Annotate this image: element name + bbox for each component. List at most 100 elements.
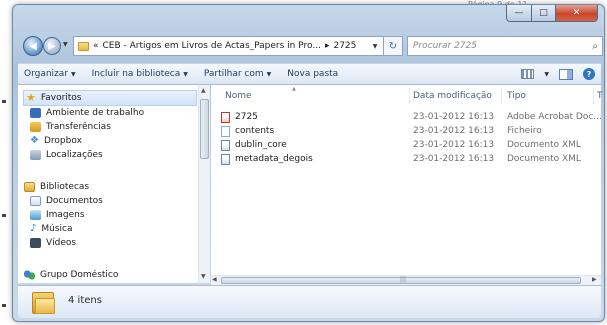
videos-icon (30, 238, 41, 248)
downloads-icon (30, 122, 41, 132)
recent-pages-dropdown[interactable]: ▼ (63, 41, 68, 48)
documents-icon (30, 196, 41, 206)
item-count: 4 itens (68, 295, 102, 306)
column-divider[interactable] (501, 88, 502, 104)
nav-favorites[interactable]: ★ Favoritos (23, 90, 197, 106)
nav-videos[interactable]: Vídeos (30, 238, 76, 248)
nav-libraries[interactable]: Bibliotecas (24, 182, 89, 192)
help-icon[interactable]: ? (583, 68, 595, 80)
file-name: metadata_degois (235, 154, 313, 164)
search-icon[interactable]: ⌕ (592, 41, 598, 52)
file-date: 23-01-2012 16:13 (413, 112, 495, 122)
background-document-edge (0, 14, 12, 325)
file-date: 23-01-2012 16:13 (413, 126, 495, 136)
column-header-type[interactable]: Tipo (507, 91, 526, 101)
command-bar-right: ▼ ? (521, 68, 601, 80)
window-controls: — □ ✕ (506, 5, 598, 23)
nav-item-label: Localizações (46, 150, 103, 160)
breadcrumb-overflow[interactable]: « (93, 41, 99, 51)
scroll-up-icon[interactable]: ▲ (201, 87, 206, 94)
chevron-down-icon: ▼ (71, 71, 76, 78)
forward-button[interactable]: ▶ (43, 37, 61, 55)
folder-front-shape (35, 298, 55, 314)
include-library-label: Incluir na biblioteca (91, 69, 181, 79)
chevron-down-icon: ▼ (266, 71, 272, 78)
search-input[interactable]: Procurar 2725 ⌕ (407, 36, 603, 56)
grip-icon: ||| (400, 276, 407, 283)
scroll-left-icon[interactable]: ◀ (212, 276, 217, 283)
new-folder-button[interactable]: Nova pasta (287, 69, 338, 79)
homegroup-icon (24, 270, 35, 280)
file-row[interactable]: 2725 23-01-2012 16:13 Adobe Acrobat Doc.… (215, 112, 602, 125)
breadcrumb-current[interactable]: 2725 (333, 41, 356, 51)
views-icon[interactable] (521, 69, 535, 79)
column-divider[interactable] (593, 88, 594, 104)
column-header-date[interactable]: Data modificação (413, 91, 492, 101)
nav-desktop[interactable]: Ambiente de trabalho (30, 108, 144, 118)
share-label: Partilhar com (203, 69, 264, 79)
xml-file-icon (221, 140, 230, 151)
explorer-window: — □ ✕ ◀ ▶ ▼ « CEB - Artigos em Livros de… (12, 4, 605, 322)
scrollbar-thumb[interactable]: ||| (221, 276, 581, 284)
address-dropdown-icon[interactable]: ▼ (367, 43, 383, 50)
nav-downloads[interactable]: Transferências (30, 122, 111, 132)
scroll-down-icon[interactable]: ▼ (201, 273, 206, 280)
refresh-button[interactable]: ↻ (384, 36, 403, 56)
column-divider[interactable] (409, 88, 410, 104)
nav-item-label: Transferências (46, 122, 111, 132)
pdf-file-icon (221, 112, 230, 123)
nav-item-label: Dropbox (43, 136, 82, 146)
folder-icon (78, 41, 89, 51)
preview-pane-icon[interactable] (559, 68, 573, 80)
file-date: 23-01-2012 16:13 (413, 140, 495, 150)
dropbox-icon: ❖ (30, 135, 39, 146)
folder-icon (32, 290, 56, 316)
navigation-scrollbar[interactable]: ▲ ▼ (198, 85, 210, 283)
command-bar: Organizar ▼ Incluir na biblioteca ▼ Partil… (18, 63, 601, 85)
include-library-menu[interactable]: Incluir na biblioteca ▼ (92, 69, 188, 79)
edge-mark (2, 100, 6, 103)
file-row[interactable]: metadata_degois 23-01-2012 16:13 Documen… (215, 154, 599, 167)
nav-item-label: Documentos (46, 196, 103, 206)
views-dropdown-icon[interactable]: ▼ (544, 71, 549, 78)
breadcrumb-parent[interactable]: CEB - Artigos em Livros de Actas_Papers … (103, 41, 321, 51)
address-bar[interactable]: « CEB - Artigos em Livros de Actas_Paper… (73, 36, 384, 56)
nav-music[interactable]: ♪ Música (30, 224, 73, 235)
breadcrumb-separator[interactable]: ▸ (325, 41, 330, 51)
minimize-button[interactable]: — (506, 5, 532, 22)
nav-images[interactable]: Imagens (30, 210, 85, 220)
nav-favorites-label: Favoritos (40, 93, 82, 103)
nav-homegroup[interactable]: Grupo Doméstico (24, 270, 118, 280)
xml-file-icon (221, 154, 230, 165)
file-list-scrollbar[interactable]: ◀ ||| ▶ (211, 275, 601, 285)
scrollbar-thumb[interactable] (200, 99, 209, 159)
nav-documents[interactable]: Documentos (30, 196, 103, 206)
nav-item-label: Imagens (46, 210, 85, 220)
nav-item-label: Música (41, 224, 73, 234)
back-button[interactable]: ◀ (23, 36, 43, 56)
column-header-name[interactable]: Nome (225, 91, 252, 101)
maximize-button[interactable]: □ (532, 5, 556, 22)
nav-dropbox[interactable]: ❖ Dropbox (30, 135, 82, 147)
organize-menu[interactable]: Organizar ▼ (24, 69, 76, 79)
desktop-icon (30, 108, 41, 118)
nav-locations[interactable]: Localizações (30, 150, 103, 160)
close-button[interactable]: ✕ (556, 5, 598, 22)
scroll-right-icon[interactable]: ▶ (592, 276, 597, 283)
file-type: Adobe Acrobat Doc... (507, 112, 602, 122)
sort-indicator-icon: ▲ (292, 86, 296, 92)
share-menu[interactable]: Partilhar com ▼ (204, 69, 271, 79)
details-pane: 4 itens (18, 285, 601, 318)
navigation-pane: ★ Favoritos Ambiente de trabalho Transfe… (18, 85, 201, 283)
file-row[interactable]: dublin_core 23-01-2012 16:13 Documento X… (215, 140, 599, 153)
file-name: contents (235, 126, 275, 136)
search-placeholder: Procurar 2725 (413, 41, 477, 51)
column-header-extra[interactable]: T (597, 91, 603, 101)
edge-mark (2, 304, 6, 307)
edge-mark (2, 214, 6, 217)
file-row[interactable]: contents 23-01-2012 16:13 Ficheiro (215, 126, 599, 139)
nav-libraries-label: Bibliotecas (40, 182, 90, 192)
libraries-icon (24, 182, 35, 192)
file-date: 23-01-2012 16:13 (413, 154, 495, 164)
nav-item-label: Ambiente de trabalho (46, 108, 145, 118)
